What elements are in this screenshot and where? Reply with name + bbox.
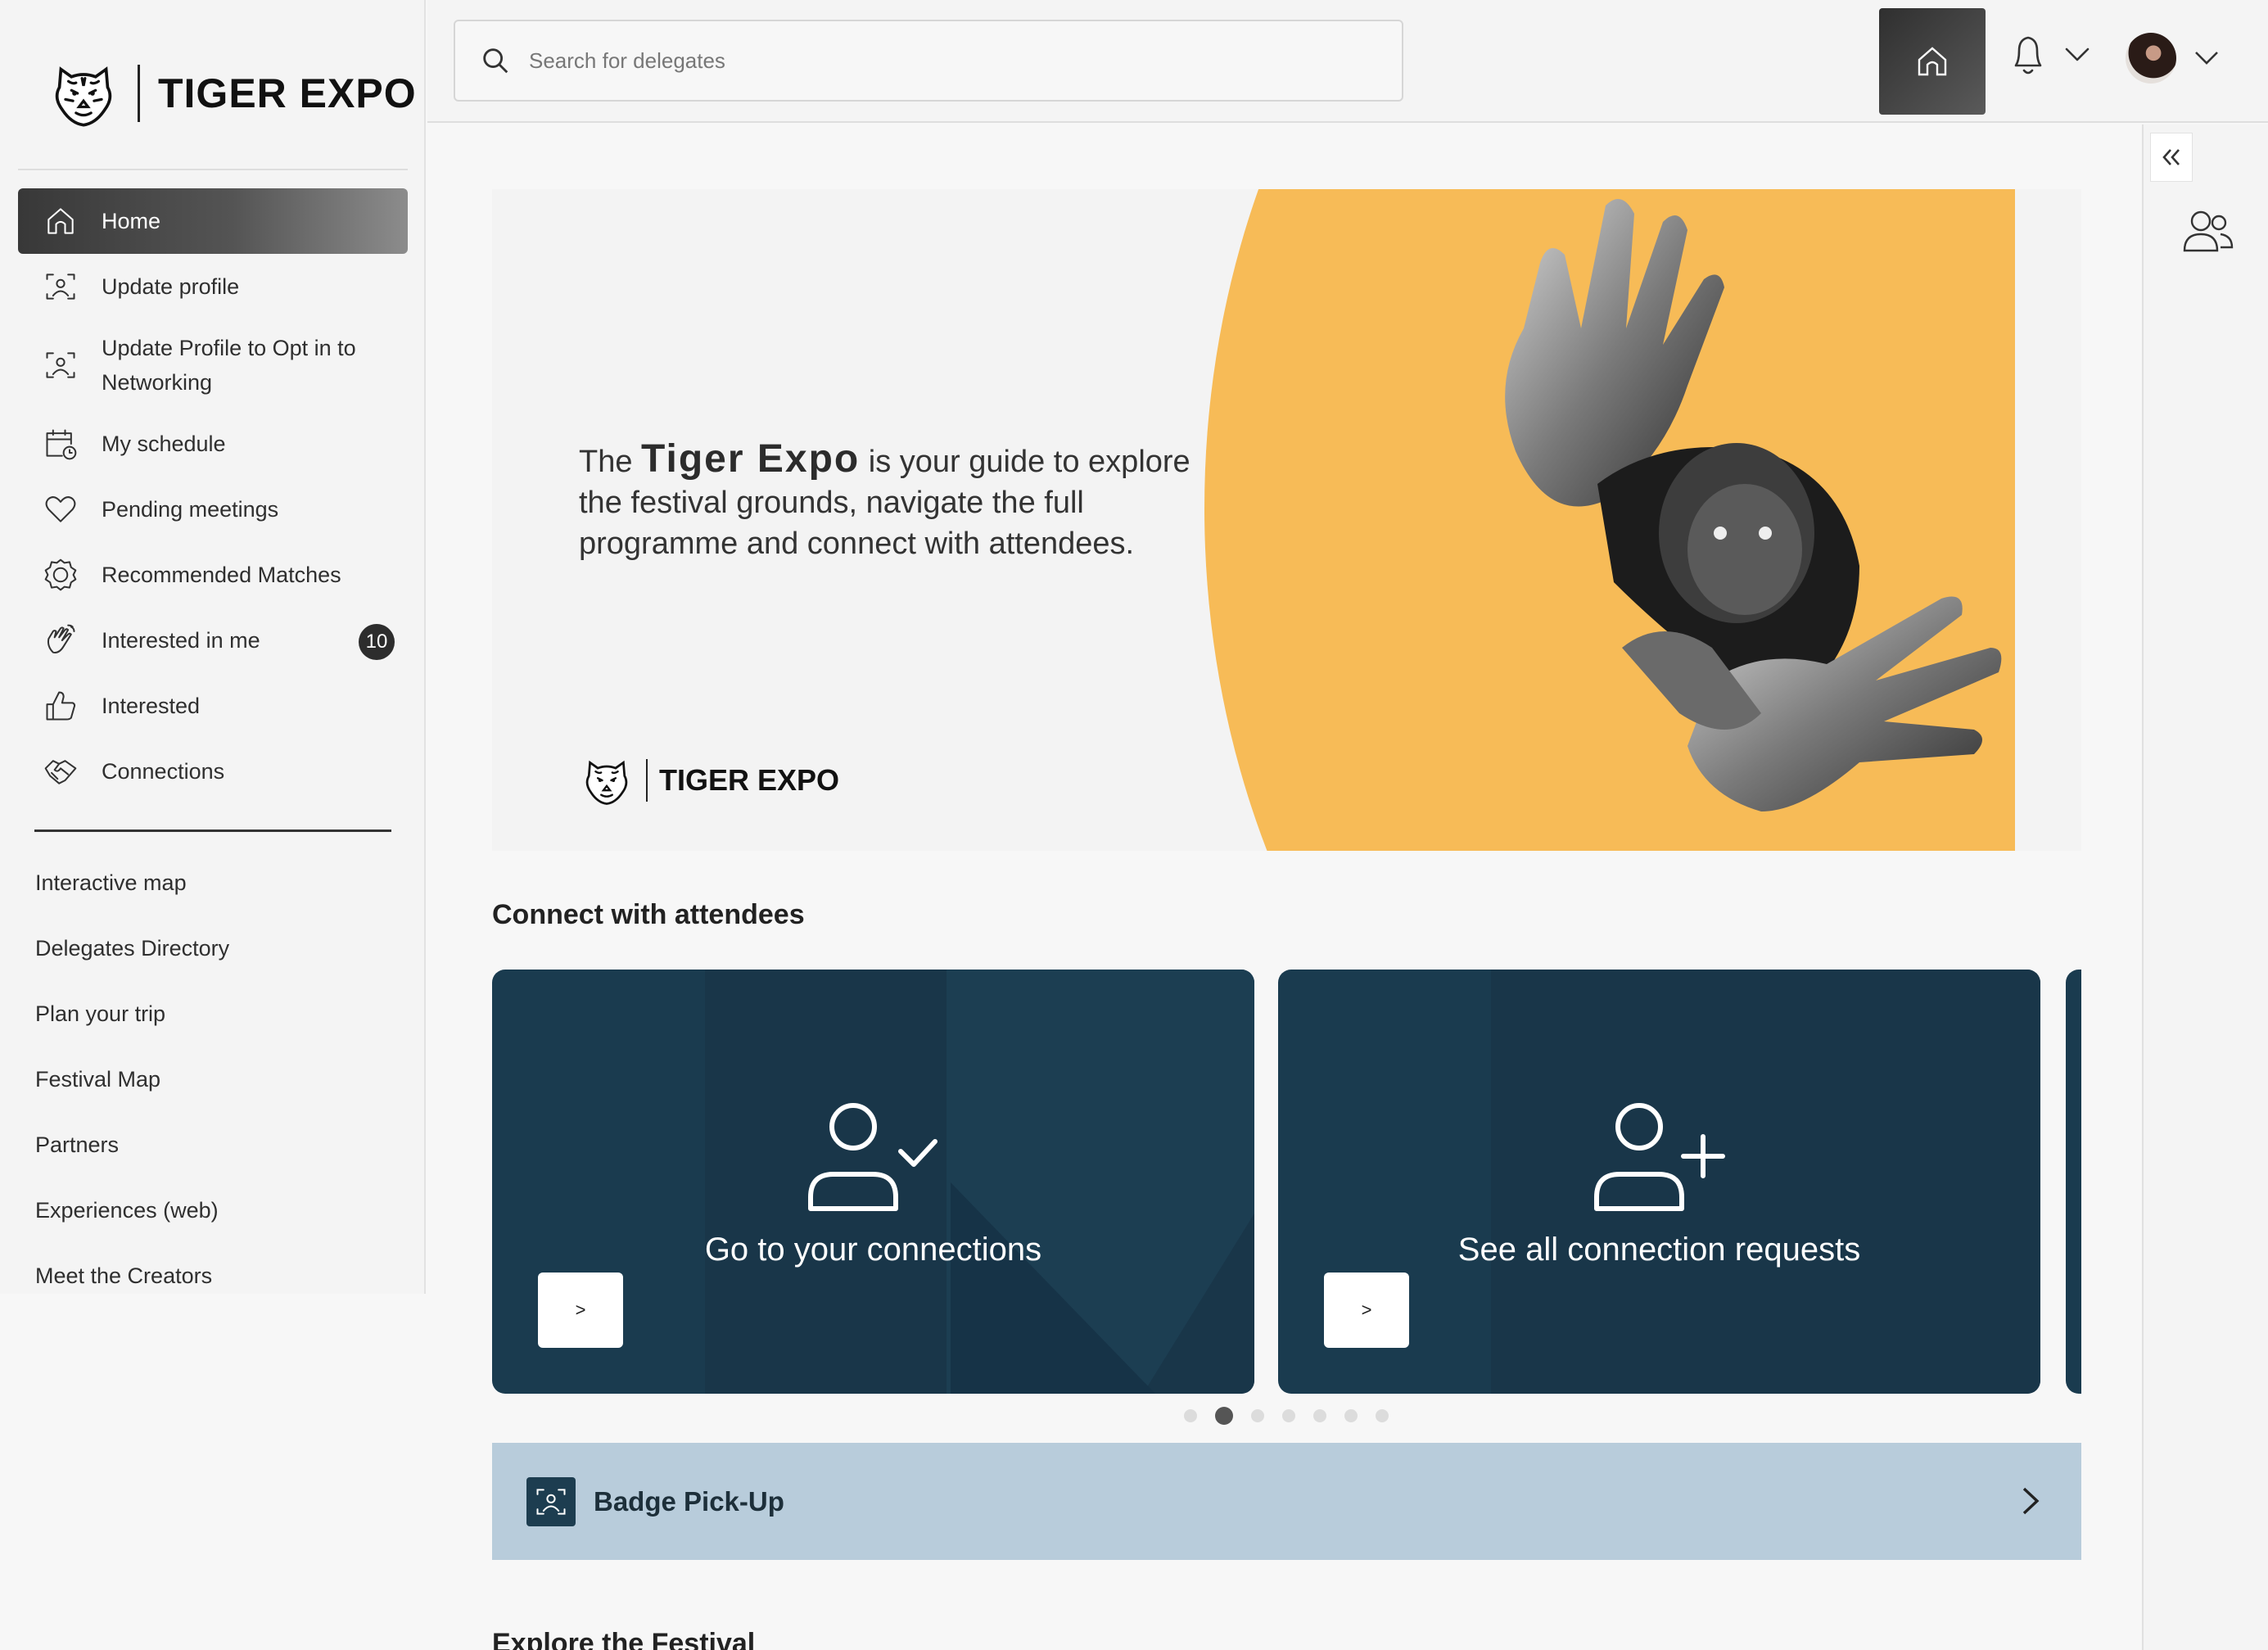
user-plus-icon xyxy=(1590,1101,1729,1215)
card-next-peek[interactable] xyxy=(2066,970,2081,1394)
carousel-dot[interactable] xyxy=(1313,1409,1326,1422)
sidebar-item-label: Interested xyxy=(102,693,201,718)
sidebar-item-recommended-matches[interactable]: Recommended Matches xyxy=(18,542,408,608)
sidebar-nav: Home Update profile Update Profile to Op… xyxy=(18,188,408,804)
badge-pickup-bar[interactable]: Badge Pick-Up xyxy=(492,1443,2081,1560)
link-meet-the-creators[interactable]: Meet the Creators xyxy=(35,1243,229,1309)
collapse-rail-button[interactable] xyxy=(2150,133,2193,182)
logo-separator xyxy=(138,65,140,122)
sidebar-item-label: Pending meetings xyxy=(102,496,279,522)
hero-banner: The Tiger Expo is your guide to explore … xyxy=(492,189,2081,851)
connect-section-title: Connect with attendees xyxy=(492,899,805,930)
hero-description: The Tiger Expo is your guide to explore … xyxy=(579,439,1234,564)
link-partners[interactable]: Partners xyxy=(35,1112,229,1178)
link-plan-your-trip[interactable]: Plan your trip xyxy=(35,981,229,1047)
user-check-icon xyxy=(804,1101,943,1215)
sidebar-item-connections[interactable]: Connections xyxy=(18,739,408,804)
link-delegates-directory[interactable]: Delegates Directory xyxy=(35,915,229,981)
sidebar-item-label: My schedule xyxy=(102,431,226,456)
double-chevron-left-icon xyxy=(2162,149,2180,165)
sidebar-item-home[interactable]: Home xyxy=(18,188,408,254)
hero-brand: Tiger Expo xyxy=(641,437,861,481)
search-box[interactable] xyxy=(454,20,1403,102)
sidebar-item-update-profile[interactable]: Update profile xyxy=(18,254,408,319)
handshake-icon xyxy=(43,753,79,789)
chevron-down-icon xyxy=(2195,52,2218,65)
sidebar: TIGER EXPO Home Update profile Update Pr… xyxy=(0,0,426,1294)
sidebar-item-my-schedule[interactable]: My schedule xyxy=(18,411,408,477)
sidebar-divider xyxy=(34,830,391,832)
link-festival-map[interactable]: Festival Map xyxy=(35,1047,229,1112)
sidebar-item-pending-meetings[interactable]: Pending meetings xyxy=(18,477,408,542)
hero-logo-text: TIGER EXPO xyxy=(659,763,840,797)
sidebar-item-label: Update Profile to Opt in to Networking xyxy=(102,336,356,395)
tiger-logo-icon xyxy=(55,66,112,127)
card-title: See all connection requests xyxy=(1457,1232,1861,1268)
home-icon xyxy=(43,203,79,239)
avatar[interactable] xyxy=(2126,33,2176,84)
card-go-to-connections[interactable]: Go to your connections > xyxy=(492,970,1254,1394)
carousel-dot-active[interactable] xyxy=(1215,1407,1233,1425)
carousel-dot[interactable] xyxy=(1251,1409,1264,1422)
hero-pre: The xyxy=(579,445,633,479)
chevron-right-icon xyxy=(2011,1482,2049,1520)
logo-separator xyxy=(646,759,648,802)
explore-section-title: Explore the Festival xyxy=(492,1628,756,1650)
hero-logo: TIGER EXPO xyxy=(579,753,839,808)
notifications-button[interactable] xyxy=(2008,33,2091,77)
thumbs-up-icon xyxy=(43,688,79,724)
link-experiences-web[interactable]: Experiences (web) xyxy=(35,1178,229,1243)
home-icon xyxy=(1918,47,1947,76)
right-rail xyxy=(2142,124,2268,1650)
calendar-clock-icon xyxy=(43,426,79,462)
sidebar-item-interested-in-me[interactable]: Interested in me 10 xyxy=(18,608,408,673)
people-icon[interactable] xyxy=(2180,206,2235,255)
bell-icon xyxy=(2014,36,2042,75)
badge-icon xyxy=(43,557,79,593)
search-input[interactable] xyxy=(529,47,1348,74)
face-scan-icon xyxy=(526,1476,576,1526)
brand-logo[interactable]: TIGER EXPO xyxy=(46,56,417,131)
hero-figure-image xyxy=(1505,199,2002,811)
search-icon xyxy=(483,48,508,74)
tiger-logo-icon xyxy=(585,760,628,805)
card-title: Go to your connections xyxy=(704,1232,1042,1268)
home-button[interactable] xyxy=(1879,8,1986,115)
user-menu[interactable] xyxy=(2126,33,2221,84)
brand-name: TIGER EXPO xyxy=(158,70,417,116)
card-go-button[interactable]: > xyxy=(1324,1273,1409,1348)
badge-pickup-label: Badge Pick-Up xyxy=(594,1485,784,1517)
carousel-dot[interactable] xyxy=(1376,1409,1389,1422)
sidebar-links: Interactive map Delegates Directory Plan… xyxy=(35,850,229,1309)
interested-count-badge: 10 xyxy=(359,624,395,660)
card-see-connection-requests[interactable]: See all connection requests > xyxy=(1278,970,2040,1394)
sidebar-divider-top xyxy=(18,169,408,170)
carousel-dot[interactable] xyxy=(1344,1409,1358,1422)
card-bg-shade xyxy=(1491,970,2040,1394)
carousel-dot[interactable] xyxy=(1184,1409,1197,1422)
wave-hand-icon xyxy=(43,622,79,658)
sidebar-item-label: Home xyxy=(102,208,161,233)
card-go-button[interactable]: > xyxy=(538,1273,623,1348)
carousel-dot[interactable] xyxy=(1282,1409,1295,1422)
sidebar-item-label: Recommended Matches xyxy=(102,562,341,587)
app-root: TIGER EXPO Home Update profile Update Pr… xyxy=(0,0,2268,1650)
carousel-dots xyxy=(1184,1407,1389,1425)
heart-icon xyxy=(43,491,79,527)
chevron-down-icon xyxy=(2065,47,2090,61)
top-bar xyxy=(427,0,2268,123)
sidebar-item-label: Interested in me xyxy=(102,627,260,653)
sidebar-item-label: Update profile xyxy=(102,273,240,299)
face-scan-icon xyxy=(43,347,79,383)
sidebar-item-opt-in-networking[interactable]: Update Profile to Opt in to Networking xyxy=(18,319,408,411)
sidebar-item-interested[interactable]: Interested xyxy=(18,673,408,739)
sidebar-item-label: Connections xyxy=(102,758,225,784)
link-interactive-map[interactable]: Interactive map xyxy=(35,850,229,915)
face-scan-icon xyxy=(43,269,79,305)
